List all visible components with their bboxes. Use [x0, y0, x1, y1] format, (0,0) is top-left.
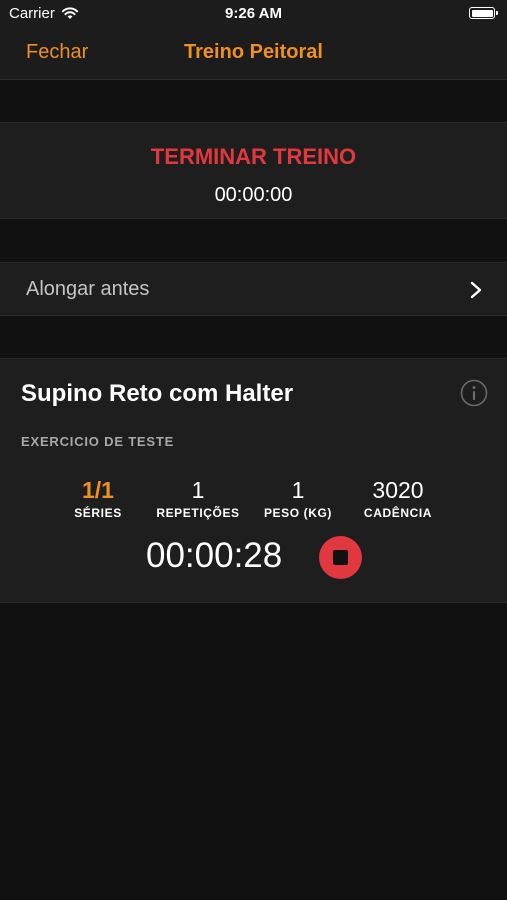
- exercise-title: Supino Reto com Halter: [21, 380, 294, 407]
- stat-cadence-label: CADÊNCIA: [363, 506, 433, 520]
- battery-icon: [469, 7, 498, 19]
- workout-elapsed-timer: 00:00:00: [214, 184, 293, 206]
- finish-workout-cell: TERMINAR TREINO 00:00:00: [0, 122, 507, 219]
- rest-timer: 00:00:28: [146, 536, 283, 575]
- exercise-card: Supino Reto com Halter EXERCICIO DE TEST…: [0, 358, 507, 603]
- clock: 9:26 AM: [225, 5, 282, 22]
- stat-weight: 1 PESO (KG): [243, 477, 353, 520]
- finish-workout-button[interactable]: TERMINAR TREINO: [0, 144, 507, 170]
- info-icon[interactable]: [460, 379, 488, 407]
- stat-series-value: 1/1: [82, 477, 114, 503]
- stretch-before-row[interactable]: Alongar antes: [0, 262, 507, 316]
- stat-cadence-value: 3020: [372, 477, 424, 503]
- stat-weight-value: 1: [291, 477, 305, 503]
- chevron-right-icon: [470, 281, 482, 299]
- stretch-before-label: Alongar antes: [26, 278, 150, 300]
- stat-repetitions-value: 1: [191, 477, 205, 503]
- status-bar: Carrier 9:26 AM: [0, 0, 507, 28]
- page-title: Treino Peitoral: [184, 41, 323, 63]
- exercise-subtitle: EXERCICIO DE TESTE: [21, 434, 175, 449]
- stop-icon: [333, 550, 348, 565]
- navigation-bar: Fechar Treino Peitoral: [0, 28, 507, 80]
- stat-series: 1/1 SÉRIES: [43, 477, 153, 520]
- stat-series-label: SÉRIES: [74, 506, 122, 520]
- stat-cadence: 3020 CADÊNCIA: [343, 477, 453, 520]
- stat-repetitions: 1 REPETIÇÕES: [143, 477, 253, 520]
- stat-weight-label: PESO (KG): [263, 506, 333, 520]
- stat-repetitions-label: REPETIÇÕES: [156, 506, 240, 520]
- stop-timer-button[interactable]: [319, 536, 362, 579]
